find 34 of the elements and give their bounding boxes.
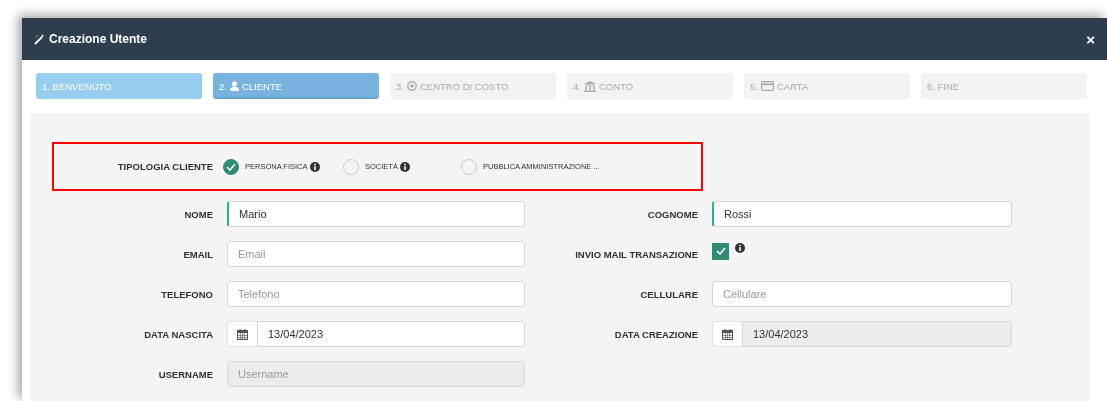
target-icon [406, 81, 417, 91]
input-field[interactable]: Mario [227, 201, 525, 227]
wizard-step-tab[interactable]: 6. FINE [921, 73, 1087, 99]
field-label: USERNAME [157, 368, 213, 380]
input-field[interactable]: Rossi [712, 201, 1012, 227]
field-label: COGNOME [646, 208, 698, 220]
checkbox[interactable] [712, 242, 729, 260]
user-icon [229, 81, 239, 91]
window-title: Creazione Utente [49, 32, 148, 46]
field-label: INVIO MAIL TRANSAZIONE [574, 248, 698, 260]
wizard-step-tab[interactable]: 5. CARTA [744, 73, 910, 99]
calendar-icon [722, 328, 733, 340]
wizard-step-tab[interactable]: 4. CONTO [567, 73, 733, 99]
field-label: DATA CREAZIONE [613, 328, 698, 340]
field-label: NOME [183, 208, 213, 220]
checkmark-icon [226, 162, 236, 171]
checkmark-icon [715, 247, 726, 255]
bank-icon [583, 80, 596, 92]
field-label: CELLULARE [639, 288, 698, 300]
calendar-icon [237, 328, 248, 340]
input-field[interactable]: Cellulare [712, 281, 1012, 307]
wizard-step-tab[interactable]: 2. CLIENTE [213, 73, 379, 99]
field-label: TELEFONO [160, 288, 213, 300]
wizard-step-tab[interactable]: 3. CENTRO DI COSTO [390, 73, 556, 99]
input-field[interactable]: Email [227, 241, 525, 267]
card-icon [760, 81, 774, 91]
field-label: TIPOLOGIA CLIENTE [116, 161, 213, 172]
input-field[interactable]: 13/04/2023 [257, 321, 525, 347]
magic-wand-icon [34, 33, 45, 45]
input-field[interactable]: Telefono [227, 281, 525, 307]
close-button[interactable]: × [1084, 30, 1097, 48]
wizard-step-tab[interactable]: 1. BENVENUTO [36, 73, 202, 99]
field-label: EMAIL [182, 248, 213, 260]
field-label: DATA NASCITA [143, 328, 213, 340]
